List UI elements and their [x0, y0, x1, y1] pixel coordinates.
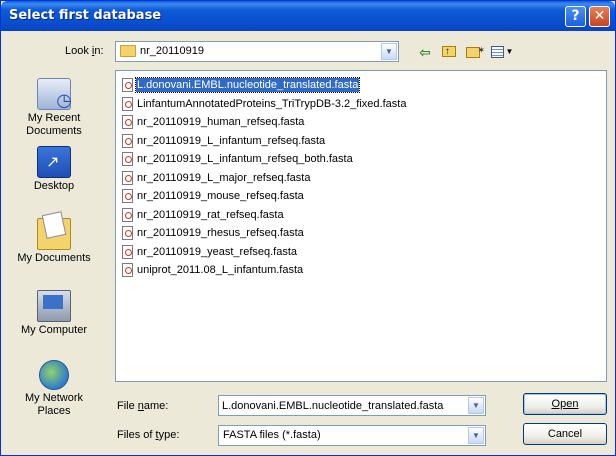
file-name: nr_20110919_rat_refseq.fasta: [137, 209, 284, 221]
file-name-label: File name:: [117, 400, 169, 412]
window-title: Select first database: [9, 8, 162, 23]
file-name-combobox[interactable]: ▼: [218, 395, 486, 416]
fasta-file-icon: [122, 115, 133, 129]
close-button[interactable]: ✕: [589, 6, 610, 27]
recent-documents-icon: [37, 78, 72, 111]
look-in-value: nr_20110919: [140, 45, 205, 57]
place-label: My Computer: [20, 324, 88, 336]
file-name: LinfantumAnnotatedProteins_TriTrypDB-3.2…: [137, 98, 407, 110]
fasta-file-icon: [122, 245, 133, 259]
chevron-down-icon[interactable]: ▼: [381, 43, 397, 60]
place-desktop[interactable]: Desktop: [5, 146, 103, 193]
fasta-file-icon: [122, 171, 133, 185]
network-places-icon: [39, 360, 69, 390]
place-my-recent-documents[interactable]: My Recent Documents: [5, 78, 103, 138]
open-button-label: Open: [551, 398, 579, 410]
file-list[interactable]: L.donovani.EMBL.nucleotide_translated.fa…: [115, 70, 607, 382]
file-name: nr_20110919_L_infantum_refseq_both.fasta: [137, 153, 353, 165]
place-my-computer[interactable]: My Computer: [5, 290, 103, 337]
my-computer-icon: [37, 290, 71, 322]
cancel-button[interactable]: Cancel: [523, 423, 607, 445]
up-folder-icon[interactable]: [439, 42, 459, 62]
file-name: nr_20110919_L_infantum_refseq.fasta: [137, 135, 326, 147]
place-my-documents[interactable]: My Documents: [5, 218, 103, 265]
places-bar: My Recent Documents Desktop My Documents…: [5, 70, 103, 436]
views-menu-icon[interactable]: ▼: [487, 42, 517, 62]
place-label: My Network Places: [24, 392, 84, 417]
place-my-network-places[interactable]: My Network Places: [5, 360, 103, 418]
file-name: uniprot_2011.08_L_infantum.fasta: [137, 264, 304, 276]
file-name: nr_20110919_yeast_refseq.fasta: [137, 246, 298, 258]
file-name-input[interactable]: [222, 398, 462, 414]
file-type-select[interactable]: FASTA files (*.fasta) ▼: [218, 425, 486, 446]
file-type-value: FASTA files (*.fasta): [223, 429, 321, 441]
look-in-dropdown[interactable]: nr_20110919 ▼: [115, 41, 399, 62]
help-button[interactable]: ?: [565, 6, 586, 27]
desktop-icon: [37, 146, 71, 178]
folder-icon: [120, 45, 136, 57]
fasta-file-icon: [122, 134, 133, 148]
look-in-label: Look in:: [65, 45, 104, 57]
fasta-file-icon: [122, 208, 133, 222]
title-bar[interactable]: Select first database ? ✕: [1, 1, 615, 31]
my-documents-icon: [37, 218, 71, 250]
file-name: nr_20110919_mouse_refseq.fasta: [137, 190, 304, 202]
new-folder-icon[interactable]: [463, 40, 485, 62]
place-label: Desktop: [33, 180, 75, 192]
file-type-label: Files of type:: [117, 429, 180, 441]
file-name: L.donovani.EMBL.nucleotide_translated.fa…: [134, 77, 361, 93]
fasta-file-icon: [122, 97, 133, 111]
place-label: My Documents: [17, 252, 91, 264]
back-icon[interactable]: ⇦: [415, 42, 435, 62]
fasta-file-icon: [122, 78, 133, 92]
open-button[interactable]: Open: [523, 393, 607, 415]
fasta-file-icon: [122, 189, 133, 203]
chevron-down-icon[interactable]: ▼: [468, 397, 484, 414]
file-name: nr_20110919_rhesus_refseq.fasta: [137, 227, 304, 239]
fasta-file-icon: [122, 152, 133, 166]
place-label: My Recent Documents: [26, 112, 82, 137]
chevron-down-icon[interactable]: ▼: [468, 427, 484, 444]
file-name: nr_20110919_human_refseq.fasta: [137, 116, 305, 128]
fasta-file-icon: [122, 226, 133, 240]
file-name: nr_20110919_L_major_refseq.fasta: [137, 172, 311, 184]
select-database-dialog: Select first database ? ✕ Look in: nr_20…: [0, 0, 616, 456]
fasta-file-icon: [122, 263, 133, 277]
